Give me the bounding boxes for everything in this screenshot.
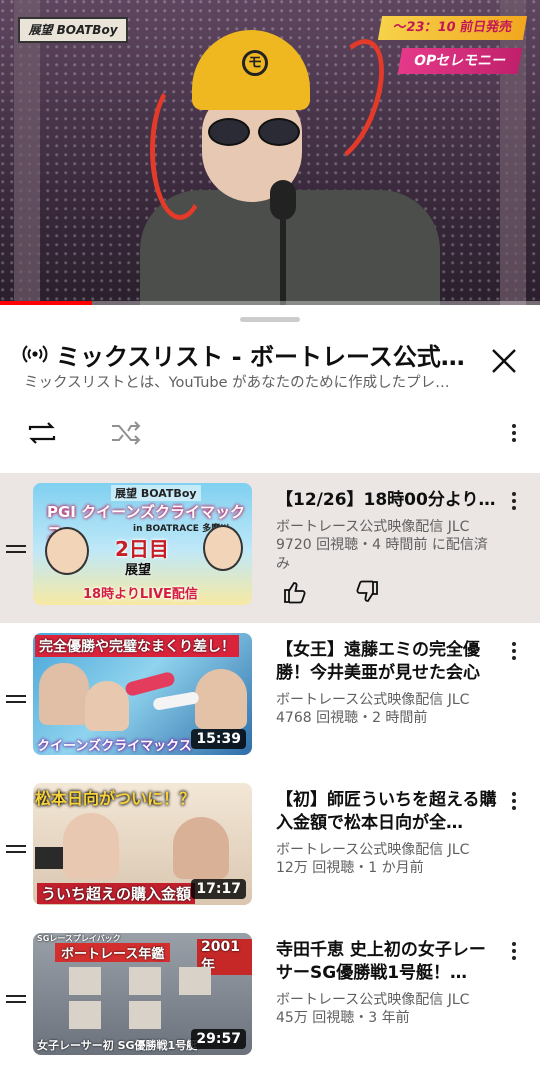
video-duration: 29:57 bbox=[191, 1029, 246, 1049]
video-info[interactable]: 【12/26】18時00分より「PGIクイーンズクライマックス」2日目展望 ボー… bbox=[276, 489, 498, 574]
video-stats: 4768 回視聴・2 時間前 bbox=[276, 710, 428, 726]
channel-name: ボートレース公式映像配信 JLC bbox=[276, 992, 470, 1008]
presenter-helmet: モ bbox=[192, 30, 310, 110]
list-item[interactable]: 松本日向がついに！？ ういち超えの購入金額 17:17 【初】師匠ういちを超える… bbox=[0, 773, 540, 923]
thumb-day: 2日目 bbox=[115, 537, 169, 561]
thumb-racer-photo bbox=[69, 1001, 101, 1029]
thumb-headline: ボートレース年鑑 bbox=[55, 943, 171, 962]
thumb-person bbox=[85, 681, 129, 731]
thumb-caption: 女子レーサー初 SG優勝戦1号艇 bbox=[37, 1039, 198, 1052]
sunglasses bbox=[206, 118, 302, 146]
drag-handle[interactable] bbox=[240, 317, 300, 322]
microphone bbox=[270, 180, 296, 220]
stage-pillar bbox=[14, 0, 40, 305]
thumbs-down-icon[interactable] bbox=[354, 580, 380, 604]
video-thumbnail[interactable]: SGレースプレイバック ボートレース年鑑 2001年 女子レーサー初 SG優勝戦… bbox=[33, 933, 252, 1055]
video-thumbnail[interactable]: 展望 BOATBoy PGI クイーンズクライマックス in BOATRACE … bbox=[33, 483, 252, 605]
thumb-boat bbox=[152, 691, 200, 711]
ceremony-tag: OPセレモニー bbox=[397, 48, 523, 74]
thumb-person bbox=[173, 817, 229, 879]
video-info[interactable]: 寺田千恵 史上初の女子レーサーSG優勝戦1号艇！… ボートレース公式映像配信 J… bbox=[276, 939, 498, 1028]
channel-name: ボートレース公式映像配信 JLC bbox=[276, 692, 470, 708]
thumb-racer-photo bbox=[129, 967, 161, 995]
thumb-character-left bbox=[45, 527, 89, 575]
thumb-headline: 完全優勝や完璧なまくり差し！ bbox=[35, 635, 239, 657]
thumb-brand: 展望 BOATBoy bbox=[111, 485, 201, 501]
video-stats: 9720 回視聴・4 時間前 に配信済み bbox=[276, 537, 488, 572]
channel-name: ボートレース公式映像配信 JLC bbox=[276, 519, 470, 535]
video-title: 【12/26】18時00分より「PGIクイーンズクライマックス」2日目展望 bbox=[276, 490, 498, 510]
stage-pillar bbox=[500, 0, 526, 305]
playlist-more-icon[interactable] bbox=[506, 421, 522, 447]
video-thumbnail[interactable]: 松本日向がついに！？ ういち超えの購入金額 17:17 bbox=[33, 783, 252, 905]
video-stats: 12万 回視聴・1 か月前 bbox=[276, 860, 424, 876]
playlist-items: 展望 BOATBoy PGI クイーンズクライマックス in BOATRACE … bbox=[0, 473, 540, 1073]
live-broadcast-icon bbox=[22, 345, 48, 363]
thumb-racer-photo bbox=[129, 1001, 161, 1029]
microphone-stand bbox=[280, 215, 286, 305]
close-icon[interactable] bbox=[486, 343, 522, 379]
item-more-icon[interactable] bbox=[506, 639, 522, 665]
channel-name: ボートレース公式映像配信 JLC bbox=[276, 842, 470, 858]
thumb-caption: ういち超えの購入金額 bbox=[37, 883, 196, 904]
reorder-handle-icon[interactable] bbox=[6, 545, 26, 555]
list-item[interactable]: SGレースプレイバック ボートレース年鑑 2001年 女子レーサー初 SG優勝戦… bbox=[0, 923, 540, 1073]
video-stats: 45万 回視聴・3 年前 bbox=[276, 1010, 410, 1026]
video-thumbnail[interactable]: 完全優勝や完璧なまくり差し！ クイーンズクライマックス 15:39 bbox=[33, 633, 252, 755]
playlist-sheet: ミックスリスト - ボートレース公式映像配信 JLC ミックスリストとは、You… bbox=[0, 305, 540, 1057]
red-scribble-left bbox=[150, 80, 210, 220]
thumb-racer-photo bbox=[179, 967, 211, 995]
video-duration: 17:17 bbox=[191, 879, 246, 899]
thumb-racer-photo bbox=[69, 967, 101, 995]
thumb-odds-board bbox=[35, 847, 63, 869]
reorder-handle-icon[interactable] bbox=[6, 845, 26, 855]
thumb-preview: 展望 bbox=[125, 563, 152, 578]
thumb-boat bbox=[124, 670, 176, 698]
item-more-icon[interactable] bbox=[506, 939, 522, 965]
thumb-live: 18時よりLIVE配信 bbox=[83, 587, 198, 602]
video-info[interactable]: 【初】師匠ういちを超える購入金額で松本日向が全… ボートレース公式映像配信 JL… bbox=[276, 789, 498, 878]
video-title: 【女王】遠藤エミの完全優勝！今井美亜が見せた会心の… bbox=[276, 640, 480, 683]
item-more-icon[interactable] bbox=[506, 489, 522, 515]
shuffle-icon[interactable] bbox=[106, 413, 146, 453]
thumb-caption: クイーンズクライマックス bbox=[37, 739, 192, 754]
thumb-character-right bbox=[203, 525, 243, 571]
show-logo: 展望 BOATBoy bbox=[18, 17, 128, 43]
thumb-person bbox=[39, 663, 89, 725]
list-item[interactable]: 完全優勝や完璧なまくり差し！ クイーンズクライマックス 15:39 【女王】遠藤… bbox=[0, 623, 540, 773]
thumb-person bbox=[195, 669, 247, 729]
thumb-headline: 松本日向がついに！？ bbox=[35, 789, 196, 808]
list-item[interactable]: 展望 BOATBoy PGI クイーンズクライマックス in BOATRACE … bbox=[0, 473, 540, 623]
item-more-icon[interactable] bbox=[506, 789, 522, 815]
reorder-handle-icon[interactable] bbox=[6, 995, 26, 1005]
helmet-mark: モ bbox=[242, 50, 268, 76]
loop-icon[interactable] bbox=[22, 413, 62, 453]
video-title: 寺田千恵 史上初の女子レーサーSG優勝戦1号艇！… bbox=[276, 940, 486, 983]
time-tag: 〜23：10 前日発売 bbox=[377, 16, 528, 40]
video-title: 【初】師匠ういちを超える購入金額で松本日向が全… bbox=[276, 790, 497, 833]
video-player[interactable]: モ 展望 BOATBoy 〜23：10 前日発売 OPセレモニー bbox=[0, 0, 540, 305]
thumb-person bbox=[63, 813, 119, 879]
playlist-subtitle: ミックスリストとは、YouTube があなたのために作成したプレイリストです bbox=[24, 375, 464, 391]
thumbs-up-icon[interactable] bbox=[282, 580, 308, 604]
playlist-title: ミックスリスト - ボートレース公式映像配信 JLC bbox=[56, 343, 466, 371]
reorder-handle-icon[interactable] bbox=[6, 695, 26, 705]
video-duration: 15:39 bbox=[191, 729, 246, 749]
video-info[interactable]: 【女王】遠藤エミの完全優勝！今井美亜が見せた会心の… ボートレース公式映像配信 … bbox=[276, 639, 498, 728]
